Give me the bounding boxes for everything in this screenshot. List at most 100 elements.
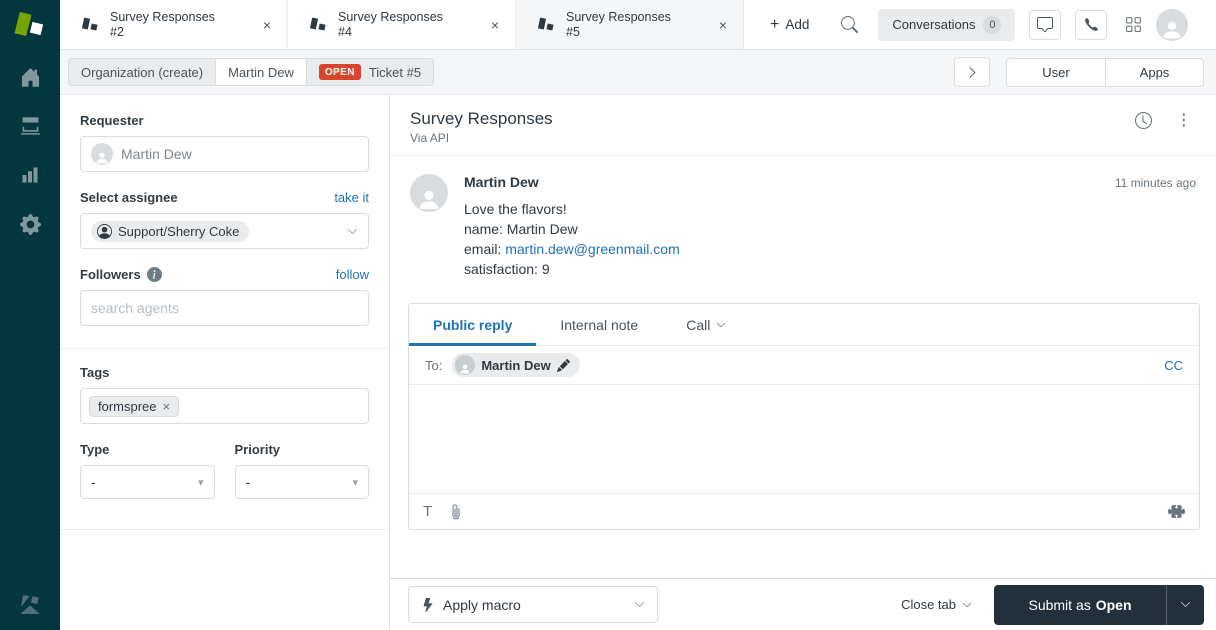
apps-grid-icon[interactable]	[1125, 16, 1142, 33]
call-label: Call	[686, 317, 710, 333]
recipient-pill[interactable]: Martin Dew	[452, 353, 579, 377]
apps-puzzle-icon[interactable]	[1168, 503, 1185, 520]
internal-note-label: Internal note	[560, 317, 638, 333]
ticket-footer: Apply macro Close tab	[390, 578, 1216, 630]
chevron-down-icon	[1180, 599, 1191, 610]
recipient-name: Martin Dew	[481, 358, 550, 373]
left-nav-rail	[0, 50, 60, 630]
tab-label: Survey Responses #5	[566, 10, 671, 40]
tags-field[interactable]: formspree ×	[80, 388, 369, 424]
info-icon[interactable]	[147, 267, 162, 282]
ticket-icon	[310, 15, 328, 35]
close-icon[interactable]: ×	[259, 15, 275, 35]
composer-toolbar: T	[409, 493, 1199, 529]
chevron-right-icon	[966, 66, 979, 79]
submit-split-button: Submit asOpen	[994, 585, 1204, 625]
edit-pencil-icon[interactable]	[557, 359, 570, 372]
submit-as-open-button[interactable]: Submit asOpen	[994, 585, 1166, 625]
ticket-channel: Via API	[410, 131, 553, 145]
tab-user[interactable]: User	[1007, 59, 1105, 86]
reporting-icon[interactable]	[19, 164, 41, 186]
top-bar: Survey Responses #2 × Survey Responses #…	[0, 0, 1216, 50]
priority-select[interactable]: - ▾	[235, 465, 370, 499]
home-icon[interactable]	[19, 66, 41, 88]
conversations-button[interactable]: Conversations 0	[878, 9, 1015, 41]
add-label: Add	[785, 17, 809, 32]
requester-field[interactable]: Martin Dew	[80, 136, 369, 172]
cc-link[interactable]: CC	[1164, 358, 1183, 373]
topbar-actions: + Add Conversations 0	[744, 0, 1216, 50]
tab-subtitle: #5	[566, 25, 671, 40]
views-icon[interactable]	[19, 115, 41, 137]
followers-label: Followers	[80, 267, 162, 282]
requester-name: Martin Dew	[228, 65, 294, 80]
context-panel-tabs: User Apps	[1006, 58, 1204, 87]
ticket-subject: Survey Responses	[410, 108, 553, 129]
tab-internal-note[interactable]: Internal note	[536, 304, 662, 345]
breadcrumb: Organization (create) Martin Dew OPEN Ti…	[68, 58, 434, 86]
plus-icon: +	[770, 18, 779, 32]
admin-gear-icon[interactable]	[19, 213, 41, 235]
breadcrumb-bar: Organization (create) Martin Dew OPEN Ti…	[60, 50, 1216, 95]
follow-link[interactable]: follow	[336, 267, 369, 282]
conversation-message: Martin Dew 11 minutes ago Love the flavo…	[390, 156, 1216, 279]
text-format-icon[interactable]: T	[423, 503, 432, 520]
tab-title: Survey Responses	[566, 10, 671, 25]
take-it-link[interactable]: take it	[334, 190, 369, 205]
ticket-icon	[82, 15, 100, 35]
chevron-down-icon	[962, 600, 972, 610]
add-tab-button[interactable]: + Add	[770, 17, 809, 32]
reply-text-editor[interactable]	[409, 385, 1199, 493]
message-author-name: Martin Dew	[464, 174, 539, 190]
breadcrumb-requester[interactable]: Martin Dew	[215, 59, 307, 85]
breadcrumb-ticket[interactable]: OPEN Ticket #5	[307, 59, 433, 85]
history-icon[interactable]	[1135, 112, 1152, 129]
collapse-panel-button[interactable]	[954, 57, 990, 87]
ticket-tab-2[interactable]: Survey Responses #2 ×	[60, 0, 288, 49]
zendesk-logo-shape	[30, 22, 43, 35]
apply-macro-select[interactable]: Apply macro	[408, 586, 658, 623]
chevron-down-icon	[716, 320, 726, 330]
reply-composer: Public reply Internal note Call	[408, 303, 1200, 530]
user-avatar[interactable]	[1156, 9, 1188, 41]
ticket-tab-5-active[interactable]: Survey Responses #5 ×	[516, 0, 744, 49]
ticket-conversation-pane: Survey Responses Via API ⋮	[390, 95, 1216, 630]
followers-text: Followers	[80, 267, 141, 282]
email-link[interactable]: martin.dew@greenmail.com	[505, 241, 680, 257]
assignee-value: Support/Sherry Coke	[118, 224, 239, 239]
type-value: -	[91, 474, 96, 490]
panel-divider	[60, 529, 389, 530]
organization-label: Organization (create)	[81, 65, 203, 80]
panel-divider	[60, 348, 389, 349]
close-icon[interactable]: ×	[487, 15, 503, 35]
conversations-count-badge: 0	[983, 16, 1001, 34]
more-options-icon[interactable]: ⋮	[1176, 114, 1192, 128]
close-tab-dropdown[interactable]: Close tab	[901, 597, 972, 612]
email-label: email:	[464, 241, 505, 257]
message-line: name: Martin Dew	[464, 219, 1196, 239]
breadcrumb-organization[interactable]: Organization (create)	[69, 59, 215, 85]
tab-label: Survey Responses #4	[338, 10, 443, 40]
person-circle-icon	[97, 224, 112, 239]
tab-apps[interactable]: Apps	[1105, 59, 1203, 86]
assignee-pill: Support/Sherry Coke	[91, 221, 249, 242]
remove-tag-icon[interactable]: ×	[163, 399, 171, 414]
conversation-header: Survey Responses Via API ⋮	[390, 95, 1216, 156]
followers-search-input[interactable]	[80, 290, 369, 326]
submit-options-caret[interactable]	[1166, 585, 1204, 625]
type-select[interactable]: - ▾	[80, 465, 215, 499]
ticket-tab-4[interactable]: Survey Responses #4 ×	[288, 0, 516, 49]
assignee-select[interactable]: Support/Sherry Coke	[80, 213, 369, 249]
tab-call[interactable]: Call	[662, 304, 750, 345]
attachment-paperclip-icon[interactable]	[448, 504, 464, 520]
zendesk-logo[interactable]	[0, 0, 60, 50]
search-icon[interactable]	[841, 16, 858, 33]
to-field-row: To: Martin Dew CC	[409, 346, 1199, 385]
zendesk-z-logo[interactable]	[17, 592, 43, 618]
close-icon[interactable]: ×	[715, 15, 731, 35]
close-tab-label: Close tab	[901, 597, 956, 612]
phone-icon[interactable]	[1075, 10, 1107, 40]
chat-icon[interactable]	[1029, 10, 1061, 40]
tab-public-reply[interactable]: Public reply	[409, 304, 536, 345]
tab-title: Survey Responses	[338, 10, 443, 25]
